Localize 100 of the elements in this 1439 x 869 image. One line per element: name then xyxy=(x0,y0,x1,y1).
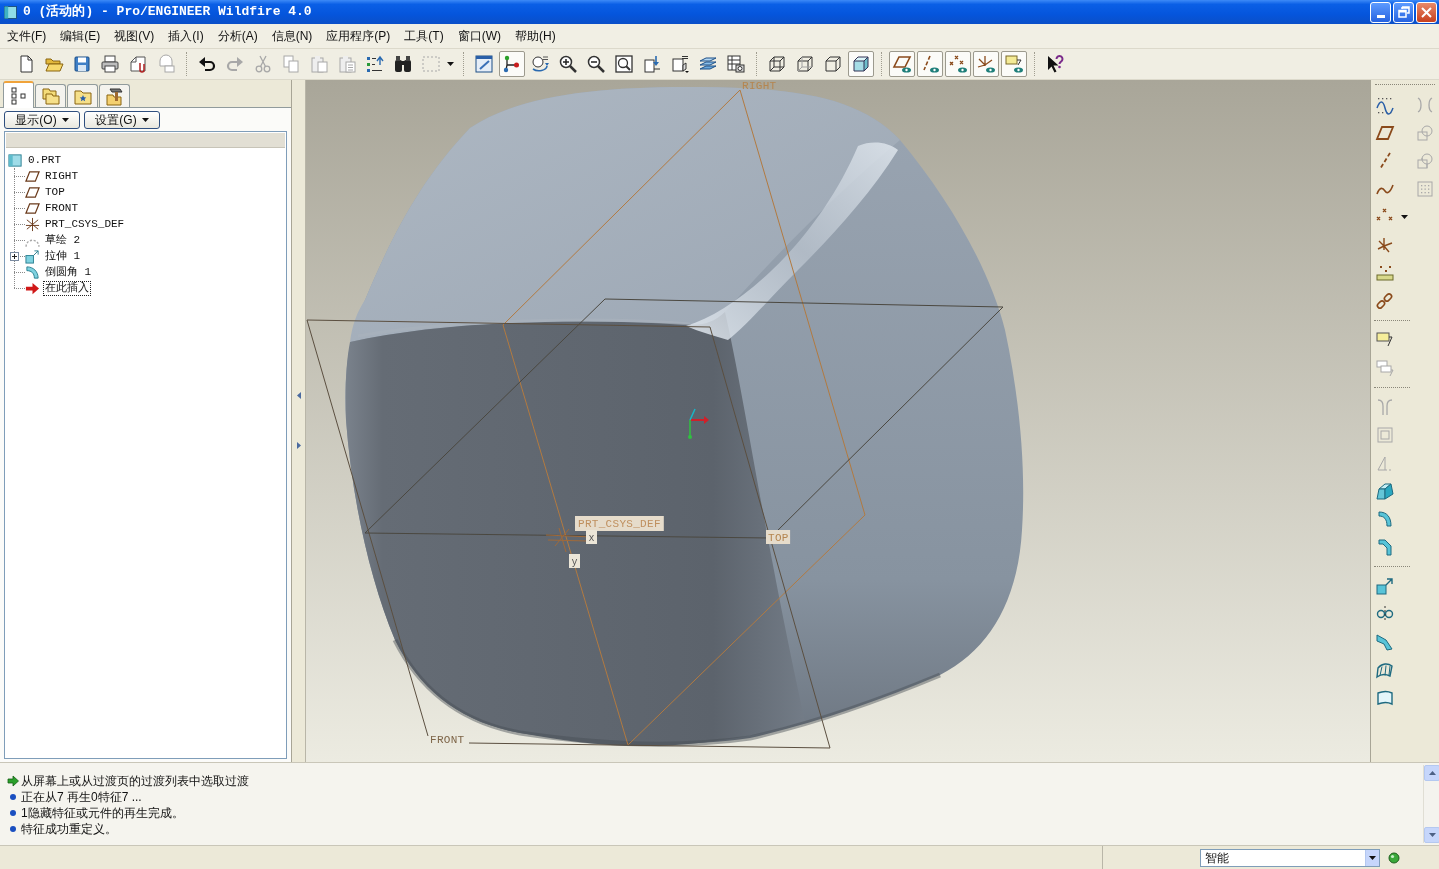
restore-icon xyxy=(1397,6,1410,18)
panel-tab[interactable] xyxy=(99,84,130,107)
printer-icon[interactable] xyxy=(100,54,120,74)
menu-item[interactable]: 视图(V) xyxy=(109,27,160,45)
tree-item-label[interactable]: 在此插入 xyxy=(43,280,91,296)
dropdown-button[interactable]: 显示(O) xyxy=(4,111,80,129)
csys-star-icon[interactable] xyxy=(1375,235,1395,255)
parallelogram-icon[interactable] xyxy=(1375,123,1395,143)
hidden-line-cube-icon[interactable] xyxy=(795,54,815,74)
close-icon xyxy=(1421,6,1432,18)
menu-item[interactable]: 应用程序(P) xyxy=(321,27,396,45)
sweep-shape-icon[interactable] xyxy=(1375,632,1395,652)
menu-item[interactable]: 编辑(E) xyxy=(55,27,106,45)
wireframe-cube-icon[interactable] xyxy=(767,54,787,74)
dropdown-button[interactable]: 设置(G) xyxy=(84,111,160,129)
tree-structure-icon xyxy=(8,85,29,106)
bullet-dot-icon xyxy=(10,794,16,800)
binoculars-icon[interactable] xyxy=(393,54,413,74)
down-arrow-icon xyxy=(1428,833,1436,837)
filter-dropdown[interactable]: 智能 xyxy=(1200,848,1380,867)
datum-plane-label: TOP xyxy=(766,530,791,544)
panel-tab[interactable] xyxy=(67,84,98,107)
tree-item-label[interactable]: 草绘 2 xyxy=(43,232,83,248)
message-text: 从屏幕上或从过渡页的过渡列表中选取过渡 xyxy=(21,774,249,788)
tree-item-label[interactable]: 拉伸 1 xyxy=(43,248,83,264)
scroll-down-button[interactable] xyxy=(1424,827,1439,843)
csys-star-icon xyxy=(25,216,40,232)
refit-icon[interactable] xyxy=(614,54,634,74)
menu-item[interactable]: 工具(T) xyxy=(399,27,449,45)
stacked-folders-icon xyxy=(40,86,61,106)
axis-triad-icon xyxy=(688,408,709,439)
plus-box-icon[interactable] xyxy=(10,252,19,261)
restore-button[interactable] xyxy=(1393,1,1414,23)
collapse-left-icon[interactable] xyxy=(296,392,301,399)
parallelogram-icon xyxy=(25,200,40,216)
tree-item-label[interactable]: FRONT xyxy=(43,200,80,216)
mesh-surface-icon[interactable] xyxy=(1375,660,1395,680)
right-arrow-icon xyxy=(7,775,19,787)
dotted-curve-icon[interactable] xyxy=(1375,95,1395,115)
scroll-up-button[interactable] xyxy=(1424,765,1439,781)
tree-item-label[interactable]: TOP xyxy=(43,184,67,200)
no-hidden-cube-icon[interactable] xyxy=(823,54,843,74)
app-icon[interactable] xyxy=(4,5,17,19)
sketch-arc-icon xyxy=(25,238,40,248)
chain-link-icon[interactable] xyxy=(1375,291,1395,311)
menu-item[interactable]: 帮助(H) xyxy=(510,27,561,45)
chamfer-edge-icon[interactable] xyxy=(1375,537,1395,557)
panel-tab[interactable] xyxy=(3,81,34,108)
window-title: 0 (活动的) - Pro/ENGINEER Wildfire 4.0 xyxy=(23,3,312,22)
datum-plane-label: FRONT xyxy=(430,734,465,746)
close-button[interactable] xyxy=(1416,1,1437,23)
surface-patch-icon[interactable] xyxy=(1375,688,1395,708)
tree-item-label[interactable]: PRT_CSYS_DEF xyxy=(43,216,127,232)
tree-item-label[interactable]: 0.PRT xyxy=(26,152,63,168)
bullet-dot-icon xyxy=(10,810,16,816)
status-light-icon xyxy=(1388,851,1400,864)
menu-item[interactable]: 信息(N) xyxy=(266,27,318,45)
message-text: 1隐藏特征或元件的再生完成。 xyxy=(21,806,184,820)
extrude-icon xyxy=(25,248,40,264)
regenerate-list-icon[interactable] xyxy=(365,54,385,74)
minimize-icon xyxy=(1376,14,1385,18)
datum-plane-label: RIGHT xyxy=(742,80,777,92)
menu-item[interactable]: 分析(A) xyxy=(212,27,263,45)
csys-label: PRT_CSYS_DEF xyxy=(575,516,664,531)
expand-right-icon[interactable] xyxy=(296,442,301,449)
axis-label: y xyxy=(569,554,580,568)
view-manager-icon[interactable] xyxy=(726,54,746,74)
folder-hammer-icon xyxy=(104,86,125,106)
dropdown-arrow-button[interactable] xyxy=(1365,849,1379,866)
menu-item[interactable]: 文件(F) xyxy=(2,27,52,45)
parallelogram-icon xyxy=(25,168,40,184)
minimize-button[interactable] xyxy=(1370,1,1391,23)
rounded-edge-icon xyxy=(25,264,40,280)
menu-item[interactable]: 插入(I) xyxy=(163,27,209,45)
zoom-out-icon[interactable] xyxy=(586,54,606,74)
panel-tab[interactable] xyxy=(35,84,66,107)
tree-item-label[interactable]: RIGHT xyxy=(43,168,80,184)
tree-item-label[interactable]: 倒圆角 1 xyxy=(43,264,94,280)
mail-clip-icon[interactable] xyxy=(128,54,148,74)
message-text: 正在从7 再生0特征7 ... xyxy=(21,790,142,804)
caret-icon[interactable] xyxy=(1400,215,1408,219)
up-arrow-icon xyxy=(1428,771,1436,775)
caret-icon[interactable] xyxy=(141,118,149,122)
parallelogram-icon xyxy=(25,184,40,200)
rounded-edge-icon[interactable] xyxy=(1375,509,1395,529)
message-text: 特征成功重定义。 xyxy=(21,822,117,836)
axis-label: x xyxy=(586,530,597,544)
ruler-points-icon[interactable] xyxy=(1375,263,1395,283)
cube-arrow-icon[interactable] xyxy=(1375,576,1395,596)
caret-icon[interactable] xyxy=(61,118,69,122)
menu-item[interactable]: 窗口(W) xyxy=(452,27,506,45)
saved-views-icon[interactable] xyxy=(670,54,690,74)
caret-icon[interactable] xyxy=(1369,855,1376,860)
zoom-in-icon[interactable] xyxy=(558,54,578,74)
reorient-icon[interactable] xyxy=(642,54,662,74)
wedge-block-icon[interactable] xyxy=(1375,481,1395,501)
orbit-icon[interactable] xyxy=(530,54,550,74)
help-cursor-icon[interactable] xyxy=(1045,54,1065,74)
repaint-icon[interactable] xyxy=(474,54,494,74)
undo-arrow-icon[interactable] xyxy=(197,54,217,74)
